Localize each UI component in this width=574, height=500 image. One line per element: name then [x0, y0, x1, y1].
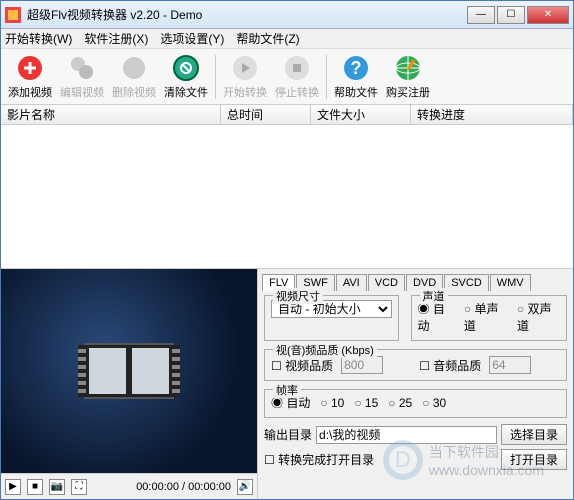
tab-wmv[interactable]: WMV — [490, 274, 531, 291]
stop-convert-button[interactable]: 停止转换 — [272, 51, 322, 103]
volume-button[interactable]: 🔊 — [237, 479, 253, 495]
col-duration[interactable]: 总时间 — [221, 105, 311, 124]
file-list-header: 影片名称 总时间 文件大小 转换进度 — [1, 105, 573, 125]
minimize-button[interactable]: — — [467, 6, 495, 24]
shutdown-check[interactable]: 转换完成打开目录 — [264, 451, 374, 468]
add-icon — [16, 54, 44, 82]
play-button[interactable]: ▶ — [5, 479, 21, 495]
toolbar: 添加视频 编辑视频 删除视频 清除文件 开始转换 停止转换 ? 帮助文件 — [1, 49, 573, 105]
audio-quality-check[interactable]: 音频品质 — [419, 357, 481, 374]
titlebar: 超级Flv视频转换器 v2.20 - Demo — ☐ ✕ — [1, 1, 573, 29]
svg-text:?: ? — [351, 58, 362, 78]
radio-mono[interactable]: 单声道 — [464, 300, 507, 334]
col-name[interactable]: 影片名称 — [1, 105, 221, 124]
radio-stereo[interactable]: 双声道 — [517, 300, 560, 334]
menubar: 开始转换(W) 软件注册(X) 选项设置(Y) 帮助文件(Z) — [1, 29, 573, 49]
clear-files-button[interactable]: 清除文件 — [161, 51, 211, 103]
tab-svcd[interactable]: SVCD — [444, 274, 489, 291]
file-list[interactable] — [1, 125, 573, 269]
timecode: 00:00:00 / 00:00:00 — [136, 481, 231, 493]
audio-channel-group: 声道 自动 单声道 双声道 — [411, 295, 567, 341]
start-convert-button[interactable]: 开始转换 — [220, 51, 270, 103]
tab-vcd[interactable]: VCD — [368, 274, 405, 291]
video-quality-check[interactable]: 视频品质 — [271, 357, 333, 374]
edit-icon — [68, 54, 96, 82]
remove-icon — [120, 54, 148, 82]
maximize-button[interactable]: ☐ — [497, 6, 525, 24]
play-icon — [231, 54, 259, 82]
buy-button[interactable]: 购买注册 — [383, 51, 433, 103]
radio-auto-ch[interactable]: 自动 — [418, 300, 454, 334]
preview-area — [1, 269, 257, 473]
fps-25[interactable]: 25 — [388, 396, 412, 410]
clear-icon — [172, 54, 200, 82]
video-quality-input[interactable] — [341, 356, 383, 374]
fps-group: 帧率 自动 10 15 25 30 — [264, 389, 567, 418]
stop-icon — [283, 54, 311, 82]
menu-help[interactable]: 帮助文件(Z) — [236, 30, 299, 47]
menu-start[interactable]: 开始转换(W) — [5, 30, 72, 47]
window-title: 超级Flv视频转换器 v2.20 - Demo — [27, 6, 467, 23]
watermark-logo-icon: D — [383, 440, 423, 480]
audio-quality-input[interactable] — [489, 356, 531, 374]
player-controls: ▶ ■ 📷 ⛶ 00:00:00 / 00:00:00 🔊 — [1, 473, 257, 499]
fps-15[interactable]: 15 — [354, 396, 378, 410]
help-icon: ? — [342, 54, 370, 82]
edit-video-button[interactable]: 编辑视频 — [57, 51, 107, 103]
menu-register[interactable]: 软件注册(X) — [84, 30, 148, 47]
output-label: 输出目录 — [264, 426, 312, 443]
quality-group: 视(音)频品质 (Kbps) 视频品质 音频品质 — [264, 349, 567, 381]
stop-play-button[interactable]: ■ — [27, 479, 43, 495]
col-size[interactable]: 文件大小 — [311, 105, 411, 124]
add-video-button[interactable]: 添加视频 — [5, 51, 55, 103]
tab-avi[interactable]: AVI — [336, 274, 367, 291]
snapshot-button[interactable]: 📷 — [49, 479, 65, 495]
menu-options[interactable]: 选项设置(Y) — [160, 30, 224, 47]
watermark: D 当下软件园 www.downxia.com — [383, 440, 544, 480]
fullscreen-button[interactable]: ⛶ — [71, 479, 87, 495]
globe-icon — [394, 54, 422, 82]
close-button[interactable]: ✕ — [527, 6, 569, 24]
app-icon — [5, 7, 21, 23]
preview-panel: ▶ ■ 📷 ⛶ 00:00:00 / 00:00:00 🔊 — [1, 269, 258, 499]
remove-video-button[interactable]: 删除视频 — [109, 51, 159, 103]
separator — [326, 55, 327, 99]
fps-10[interactable]: 10 — [320, 396, 344, 410]
fps-30[interactable]: 30 — [422, 396, 446, 410]
col-progress[interactable]: 转换进度 — [411, 105, 573, 124]
separator — [215, 55, 216, 99]
filmstrip-icon — [84, 343, 174, 399]
video-size-group: 视频尺寸 自动 - 初始大小 — [264, 295, 399, 341]
help-button[interactable]: ? 帮助文件 — [331, 51, 381, 103]
